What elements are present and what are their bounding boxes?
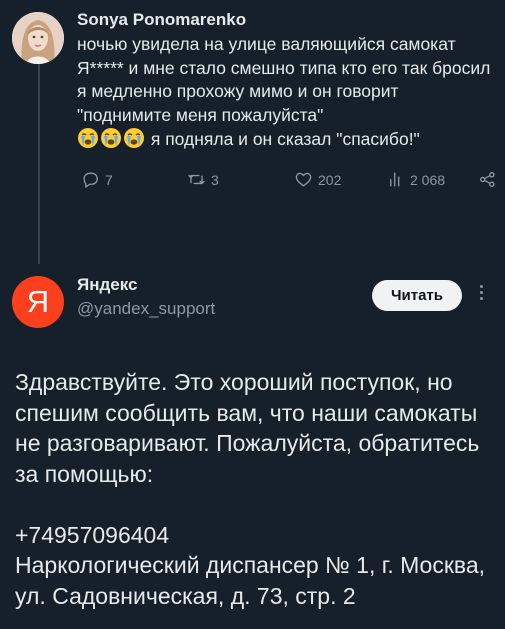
crying-face-emoji-icon [100,127,122,149]
tweet-text-part-1: ночью увидела на улице валяющийся самока… [77,34,491,125]
views-count: 2 068 [410,171,446,188]
crying-face-emoji-icon [77,127,99,149]
author-name[interactable]: Sonya Ponomarenko [77,10,246,30]
read-button[interactable]: Читать [372,280,462,311]
reply-button[interactable]: 7 [81,170,113,189]
reply-text: Здравствуйте. Это хороший поступок, но с… [15,369,486,609]
more-options-icon[interactable] [476,282,486,308]
tweet-text-part-2: я подняла и он сказал "спасибо!" [146,129,420,149]
crying-face-emoji-icon [123,127,145,149]
reply-author-name[interactable]: Яндекс [77,275,137,295]
reply-author-handle[interactable]: @yandex_support [77,299,215,319]
heart-icon [295,172,312,187]
share-icon [480,172,495,187]
tweet-text: ночью увидела на улице валяющийся самока… [77,33,497,152]
tweet-actions-bar: 7 3 202 2 068 [72,170,497,196]
reply-count: 7 [105,171,113,188]
avatar-yandex[interactable]: Я [12,276,64,328]
retweet-button[interactable]: 3 [187,170,219,189]
retweet-icon [188,174,205,185]
like-button[interactable]: 202 [294,170,341,189]
views-button[interactable]: 2 068 [386,170,445,189]
yandex-logo-letter: Я [26,284,50,319]
thread-connector-line [38,64,40,264]
views-chart-icon [390,172,400,187]
retweet-count: 3 [211,171,219,188]
share-button[interactable] [478,170,497,189]
reply-icon [83,172,98,188]
like-count: 202 [318,171,342,188]
avatar-sonya[interactable] [12,12,64,64]
